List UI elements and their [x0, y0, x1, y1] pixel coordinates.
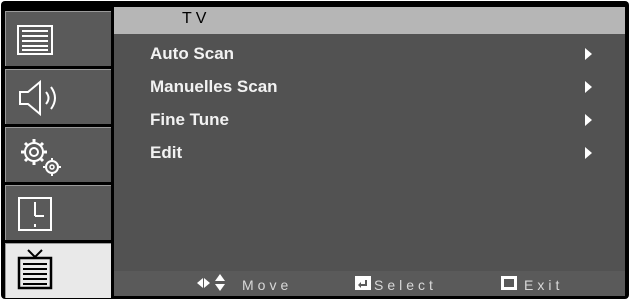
page-title: TV — [182, 10, 211, 27]
sidebar-item-tv[interactable] — [5, 243, 111, 298]
footer-move-hint: Move — [196, 271, 306, 296]
sidebar-item-time[interactable] — [5, 185, 111, 240]
enter-key-icon — [355, 276, 371, 290]
footer-exit-label: Exit — [524, 277, 564, 293]
menu-item-label: Auto Scan — [150, 44, 235, 63]
menu-item-label: Edit — [150, 143, 183, 162]
gears-icon — [21, 139, 61, 176]
chevron-right-icon — [585, 81, 592, 93]
menu-item-fine-tune[interactable]: Fine Tune — [114, 104, 625, 134]
sidebar-item-settings[interactable] — [5, 127, 111, 182]
exit-key-icon — [501, 276, 517, 290]
arrow-keys-icon — [197, 274, 225, 291]
menu-header: TV — [114, 7, 625, 34]
chevron-right-icon — [585, 147, 592, 159]
tv-icon — [17, 249, 53, 290]
sidebar-item-picture[interactable] — [5, 11, 111, 66]
menu-content: Auto Scan Manuelles Scan Fine Tune Edit — [114, 34, 625, 271]
picture-icon — [17, 25, 53, 55]
sidebar-item-sound[interactable] — [5, 69, 111, 124]
menu-item-manual-scan[interactable]: Manuelles Scan — [114, 71, 625, 101]
footer-exit-hint: Exit — [500, 271, 610, 296]
footer-hint-bar: Move Select Exit — [114, 271, 625, 296]
menu-item-auto-scan[interactable]: Auto Scan — [114, 38, 625, 68]
clock-icon — [18, 197, 52, 231]
menu-item-edit[interactable]: Edit — [114, 137, 625, 167]
speaker-icon — [19, 79, 56, 117]
menu-item-label: Manuelles Scan — [150, 77, 278, 96]
footer-select-hint: Select — [354, 271, 464, 296]
chevron-right-icon — [585, 48, 592, 60]
menu-item-label: Fine Tune — [150, 110, 230, 129]
footer-select-label: Select — [374, 277, 437, 293]
chevron-right-icon — [585, 114, 592, 126]
sidebar — [5, 9, 111, 298]
footer-move-label: Move — [242, 277, 293, 293]
